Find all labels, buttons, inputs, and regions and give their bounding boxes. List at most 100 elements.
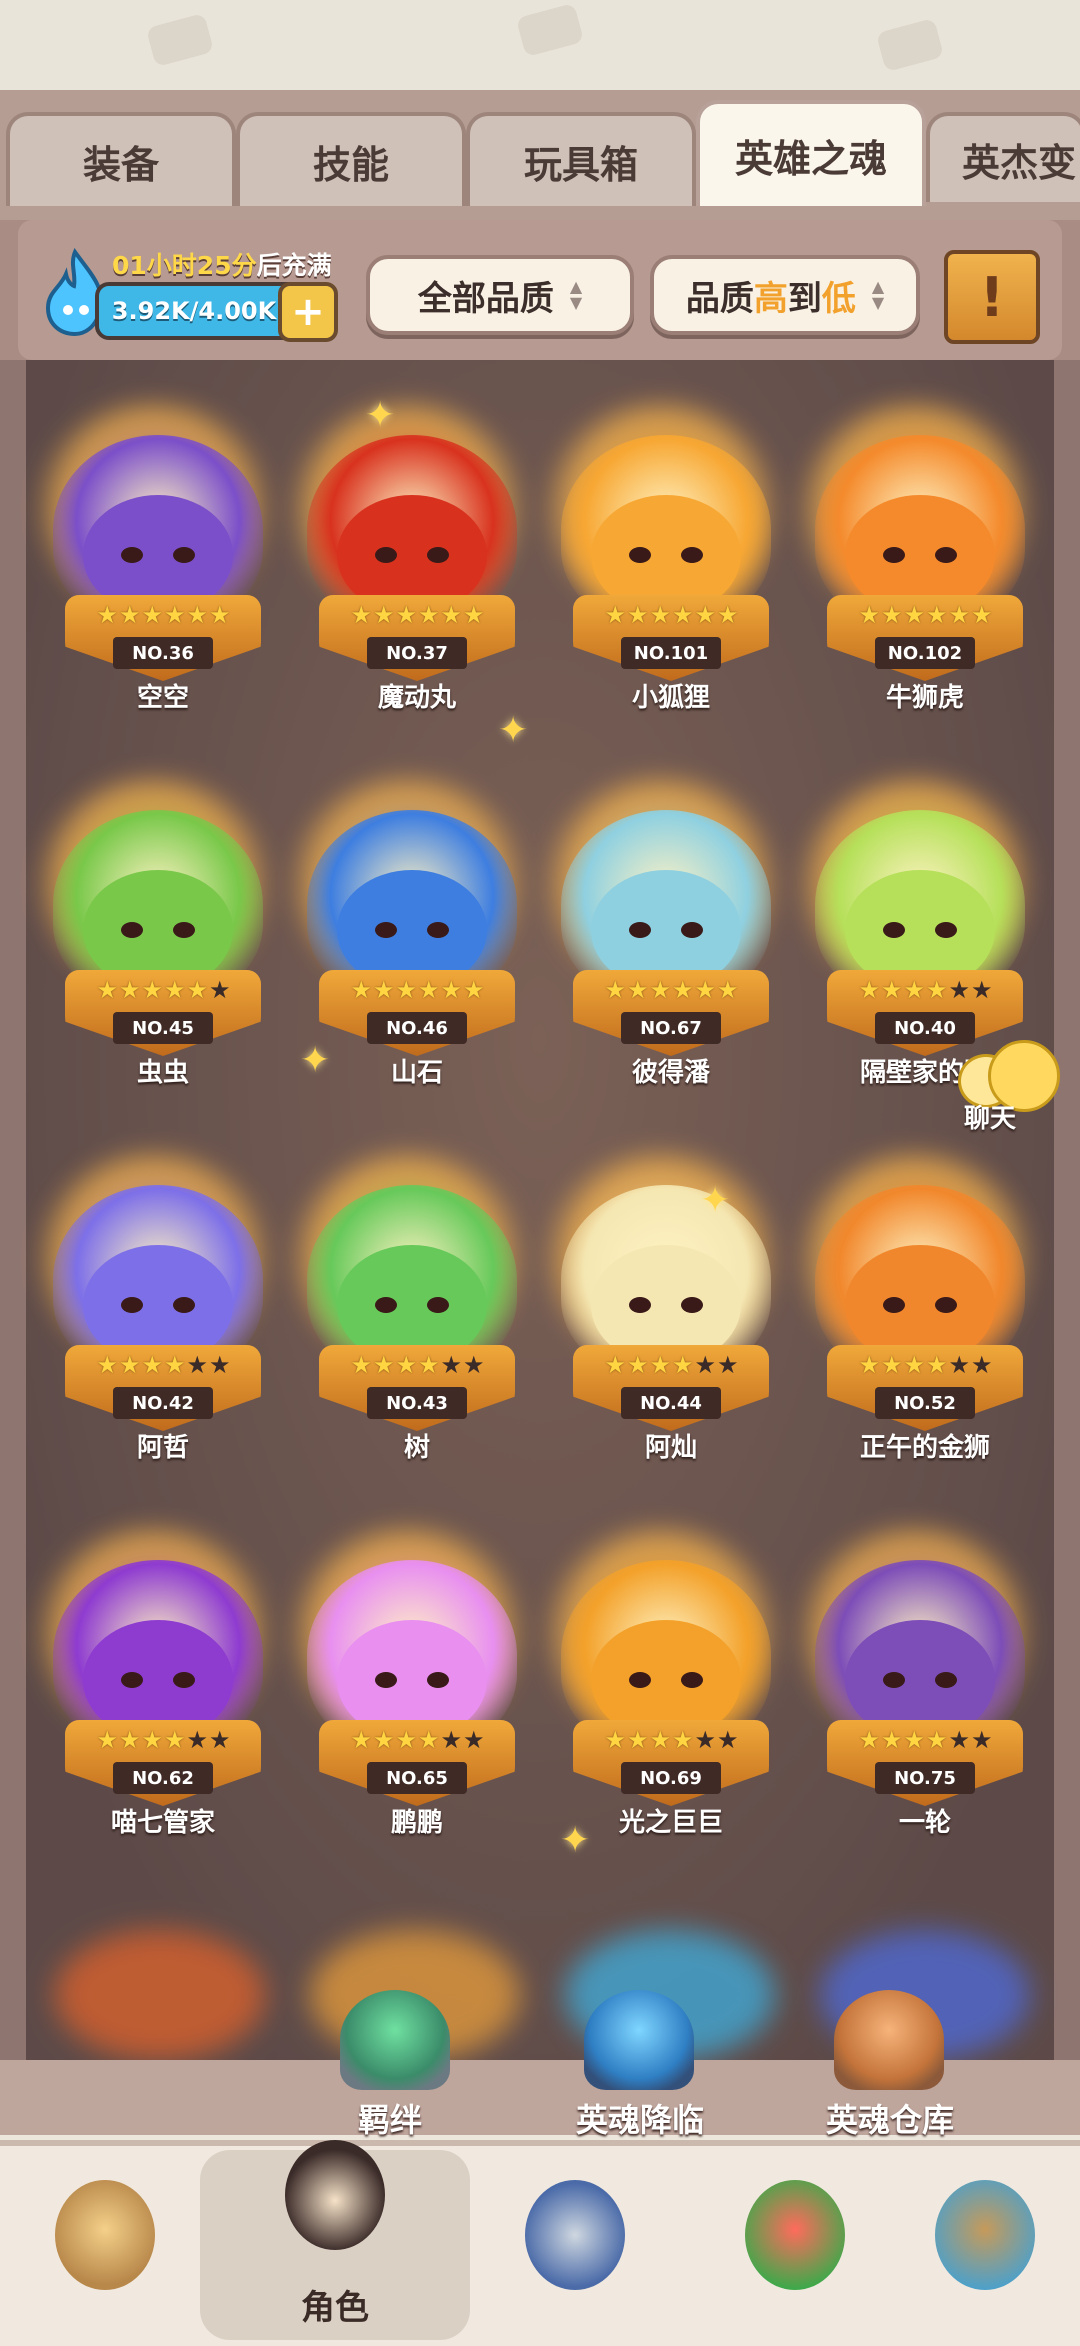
star-filled-icon: ★ bbox=[858, 976, 879, 1004]
hero-star-rating: ★ ★ ★ ★ ★ ★ bbox=[583, 1726, 759, 1754]
hero-card[interactable]: ★ ★ ★ ★ ★ ★ NO.65 鹏鹏 bbox=[289, 1526, 537, 1900]
hero-card[interactable]: ★ ★ ★ ★ ★ ★ NO.62 喵七管家 bbox=[35, 1526, 283, 1900]
star-filled-icon: ★ bbox=[971, 601, 992, 629]
star-filled-icon: ★ bbox=[858, 1726, 879, 1754]
hero-number: NO.46 bbox=[367, 1012, 467, 1044]
star-empty-icon: ★ bbox=[971, 1726, 992, 1754]
tab-transform[interactable]: 英杰变 bbox=[926, 112, 1080, 202]
soul-energy-value: 3.92K/4.00K bbox=[111, 297, 277, 325]
star-filled-icon: ★ bbox=[858, 601, 879, 629]
tab-toybox[interactable]: 玩具箱 bbox=[466, 112, 696, 206]
star-filled-icon: ★ bbox=[96, 976, 117, 1004]
hero-name: 牛狮虎 bbox=[885, 683, 964, 713]
star-filled-icon: ★ bbox=[717, 976, 738, 1004]
hero-eye bbox=[427, 1672, 449, 1688]
star-empty-icon: ★ bbox=[694, 1351, 716, 1379]
star-filled-icon: ★ bbox=[372, 976, 394, 1004]
hero-card[interactable]: ★ ★ ★ ★ ★ ★ NO.67 彼得潘 bbox=[543, 776, 791, 1150]
hero-card[interactable]: ★ ★ ★ ★ ★ ★ NO.42 阿哲 bbox=[35, 1151, 283, 1525]
star-empty-icon: ★ bbox=[186, 1726, 208, 1754]
star-filled-icon: ★ bbox=[96, 1351, 117, 1379]
tab-equipment[interactable]: 装备 bbox=[6, 112, 236, 206]
sort-high: 高 bbox=[753, 278, 788, 319]
hero-name: 魔动丸 bbox=[377, 683, 456, 713]
hero-star-rating: ★ ★ ★ ★ ★ ★ bbox=[75, 1351, 251, 1379]
hero-eye bbox=[681, 547, 703, 563]
hero-eye bbox=[173, 1672, 195, 1688]
add-energy-button[interactable]: + bbox=[278, 282, 338, 342]
scroll-notice-button[interactable]: ! bbox=[944, 250, 1040, 344]
star-filled-icon: ★ bbox=[96, 1726, 117, 1754]
soul-summon-button[interactable]: 英魂降临 bbox=[550, 2095, 730, 2141]
hero-name: 虫虫 bbox=[136, 1058, 189, 1088]
hero-number: NO.44 bbox=[621, 1387, 721, 1419]
green-crystal-icon[interactable] bbox=[340, 1990, 450, 2090]
tab-hero-soul[interactable]: 英雄之魂 bbox=[696, 100, 926, 206]
hero-eye bbox=[173, 1297, 195, 1313]
star-filled-icon: ★ bbox=[672, 976, 693, 1004]
star-filled-icon: ★ bbox=[96, 601, 117, 629]
star-empty-icon: ★ bbox=[209, 1726, 230, 1754]
hero-number: NO.67 bbox=[621, 1012, 721, 1044]
chat-button[interactable]: 聊天 bbox=[958, 1040, 1060, 1140]
star-filled-icon: ★ bbox=[118, 976, 140, 1004]
hero-number: NO.69 bbox=[621, 1762, 721, 1794]
hero-card[interactable]: ★ ★ ★ ★ ★ ★ NO.45 虫虫 bbox=[35, 776, 283, 1150]
hero-number: NO.42 bbox=[113, 1387, 213, 1419]
hero-name: 鹏鹏 bbox=[390, 1808, 443, 1838]
soul-warehouse-button[interactable]: 英魂仓库 bbox=[800, 2095, 980, 2141]
hero-number: NO.101 bbox=[621, 637, 721, 669]
hero-eye bbox=[629, 547, 651, 563]
hero-eye bbox=[121, 547, 143, 563]
nav-character[interactable] bbox=[260, 2130, 410, 2280]
star-filled-icon: ★ bbox=[649, 601, 670, 629]
hero-card[interactable]: ★ ★ ★ ★ ★ ★ NO.101 小狐狸 bbox=[543, 401, 791, 775]
star-filled-icon: ★ bbox=[418, 1351, 439, 1379]
hero-card[interactable]: ★ ★ ★ ★ ★ ★ NO.75 一轮 bbox=[797, 1526, 1045, 1900]
sort-order-dropdown[interactable]: 品质高到低 ▲ ▼ bbox=[650, 255, 920, 335]
hero-eye bbox=[883, 1672, 905, 1688]
tab-skills[interactable]: 技能 bbox=[236, 112, 466, 206]
hero-star-rating: ★ ★ ★ ★ ★ ★ bbox=[329, 976, 505, 1004]
hero-card[interactable]: ★ ★ ★ ★ ★ ★ NO.44 阿灿 bbox=[543, 1151, 791, 1525]
blue-soul-summon-icon[interactable] bbox=[584, 1990, 694, 2090]
nav-totem[interactable] bbox=[910, 2170, 1060, 2320]
star-filled-icon: ★ bbox=[694, 976, 716, 1004]
star-filled-icon: ★ bbox=[604, 1726, 625, 1754]
sparkle-icon: ✦ bbox=[300, 1040, 331, 1081]
sort-order-label: 品质高到低 bbox=[686, 271, 856, 320]
hero-card[interactable]: ★ ★ ★ ★ ★ ★ NO.46 山石 bbox=[289, 776, 537, 1150]
soul-warehouse-icon[interactable] bbox=[834, 1990, 944, 2090]
hero-number: NO.45 bbox=[113, 1012, 213, 1044]
star-filled-icon: ★ bbox=[626, 976, 648, 1004]
character-icon bbox=[285, 2140, 385, 2250]
hero-card[interactable]: ★ ★ ★ ★ ★ ★ NO.102 牛狮虎 bbox=[797, 401, 1045, 775]
hero-eye bbox=[121, 1672, 143, 1688]
star-filled-icon: ★ bbox=[372, 601, 394, 629]
hero-eye bbox=[935, 547, 957, 563]
refill-timer: 01小时25分后充满 bbox=[112, 246, 332, 282]
hero-eye bbox=[629, 922, 651, 938]
star-filled-icon: ★ bbox=[604, 1351, 625, 1379]
quality-filter-dropdown[interactable]: 全部品质 ▲ ▼ bbox=[366, 255, 634, 335]
nav-pet[interactable] bbox=[720, 2170, 870, 2320]
star-filled-icon: ★ bbox=[926, 1726, 947, 1754]
star-filled-icon: ★ bbox=[649, 1726, 670, 1754]
star-filled-icon: ★ bbox=[604, 601, 625, 629]
hero-card[interactable]: ★ ★ ★ ★ ★ ★ NO.52 正午的金狮 bbox=[797, 1151, 1045, 1525]
star-filled-icon: ★ bbox=[418, 1726, 439, 1754]
hero-eye bbox=[681, 1297, 703, 1313]
chat-label: 聊天 bbox=[964, 1104, 1017, 1134]
hero-card[interactable]: ★ ★ ★ ★ ★ ★ NO.36 空空 bbox=[35, 401, 283, 775]
hero-eye bbox=[375, 922, 397, 938]
star-empty-icon: ★ bbox=[186, 1351, 208, 1379]
hero-name: 小狐狸 bbox=[631, 683, 710, 713]
hero-name: 喵七管家 bbox=[110, 1808, 215, 1838]
hero-star-rating: ★ ★ ★ ★ ★ ★ bbox=[837, 976, 1013, 1004]
sword-shield-icon bbox=[525, 2180, 625, 2290]
nav-barbarian[interactable] bbox=[30, 2170, 180, 2320]
hero-card[interactable]: ★ ★ ★ ★ ★ ★ NO.43 树 bbox=[289, 1151, 537, 1525]
star-empty-icon: ★ bbox=[948, 1726, 970, 1754]
nav-equipment[interactable] bbox=[500, 2170, 650, 2320]
star-filled-icon: ★ bbox=[372, 1351, 394, 1379]
